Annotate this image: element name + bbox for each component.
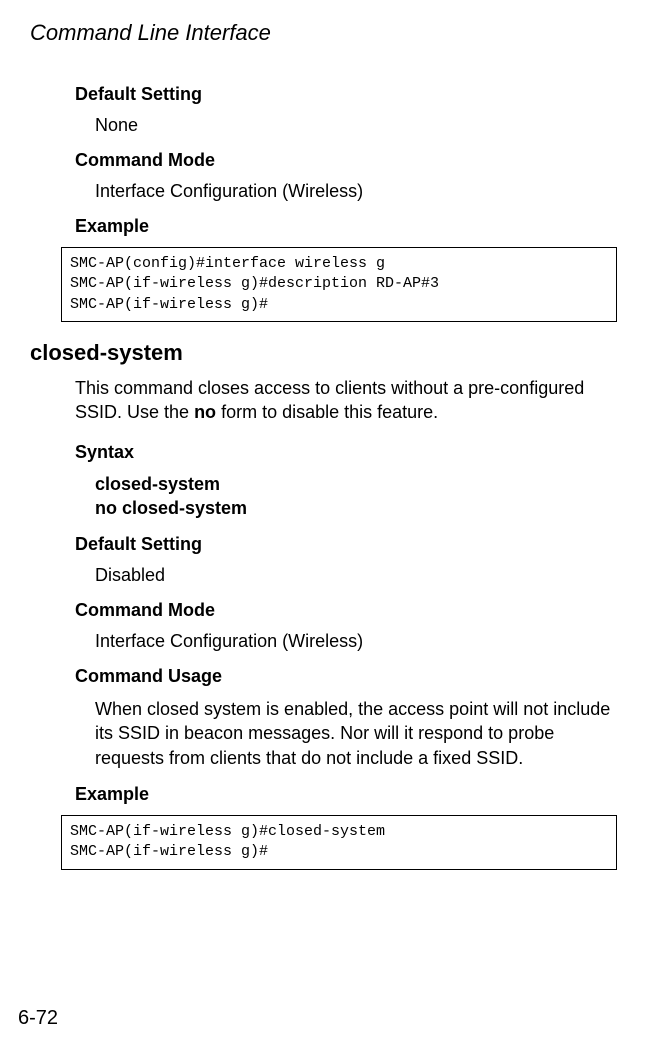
default-setting-value-2: Disabled	[75, 565, 617, 586]
command-mode-value-2: Interface Configuration (Wireless)	[75, 631, 617, 652]
default-setting-label-2: Default Setting	[75, 534, 617, 555]
syntax-line2: no closed-system	[95, 497, 617, 520]
example-code-2: SMC-AP(if-wireless g)#closed-system SMC-…	[61, 815, 617, 870]
example-label-2: Example	[75, 784, 617, 805]
command-mode-label-2: Command Mode	[75, 600, 617, 621]
command-name-heading: closed-system	[30, 340, 617, 366]
syntax-block: closed-system no closed-system	[75, 473, 617, 520]
command-mode-label-1: Command Mode	[75, 150, 617, 171]
page-number: 6-72	[18, 1007, 58, 1030]
syntax-label: Syntax	[75, 442, 617, 463]
command-usage-text: When closed system is enabled, the acces…	[75, 697, 617, 770]
syntax-line1: closed-system	[95, 473, 617, 496]
command-usage-label: Command Usage	[75, 666, 617, 687]
page-content: Default Setting None Command Mode Interf…	[30, 84, 627, 870]
description-bold: no	[194, 402, 216, 422]
example-code-1: SMC-AP(config)#interface wireless g SMC-…	[61, 247, 617, 322]
default-setting-label-1: Default Setting	[75, 84, 617, 105]
page-header-title: Command Line Interface	[30, 20, 627, 46]
default-setting-value-1: None	[75, 115, 617, 136]
command-description: This command closes access to clients wi…	[75, 376, 617, 425]
command-mode-value-1: Interface Configuration (Wireless)	[75, 181, 617, 202]
description-part2: form to disable this feature.	[216, 402, 438, 422]
example-label-1: Example	[75, 216, 617, 237]
